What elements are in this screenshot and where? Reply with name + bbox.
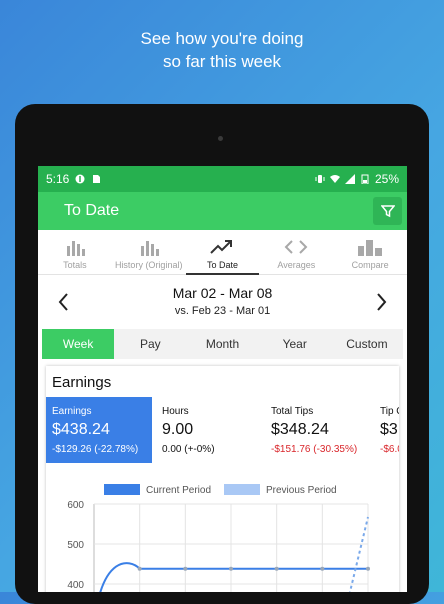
segment-month[interactable]: Month [186,329,258,359]
vibrate-icon [315,175,325,183]
legend-label-previous: Previous Period [266,485,337,496]
data-point-current [183,566,188,571]
tab-label: Compare [351,260,389,270]
earnings-card: Earnings Earnings $438.24 -$129.26 (-22.… [46,366,399,592]
metric-label: Earnings [52,406,92,417]
filter-button[interactable] [373,197,402,225]
app-bar: To Date [38,192,407,230]
bar-chart-icon [66,241,85,256]
y-tick-label: 600 [67,500,84,511]
chart-legend: Current Period Previous Period [104,484,337,496]
status-bar: 5:16 25% [38,166,407,192]
signal-icon [344,174,355,184]
battery-level: 25% [374,172,399,186]
chart-lines [99,516,370,592]
tab-to-date[interactable]: To Date [185,230,260,275]
data-point-current [137,566,142,571]
wifi-icon [329,175,340,183]
segment-pay[interactable]: Pay [114,329,186,359]
earnings-title: Earnings [52,374,112,391]
metric-label: Total Tips [271,406,314,417]
metric-change: 0.00 (+-0%) [162,444,215,455]
status-time: 5:16 [46,172,70,186]
metric-value: $438.24 [52,421,110,438]
metric-change: -$151.76 (-30.35%) [271,444,358,455]
tab-history[interactable]: History (Original) [112,230,186,274]
data-point-current [320,566,325,571]
series-line-previous [348,516,369,592]
period-navigator: Mar 02 - Mar 08 vs. Feb 23 - Mar 01 [38,275,407,329]
metrics-row: Earnings $438.24 -$129.26 (-22.78%) Hour… [46,397,399,463]
tab-label: Totals [63,260,87,270]
metric-earnings[interactable]: Earnings $438.24 -$129.26 (-22.78%) [46,397,152,463]
camera-dot [218,136,223,141]
y-tick-label: 500 [67,540,84,551]
earnings-chart: Current Period Previous Period 400 500 600 [67,484,370,592]
tab-bar: Totals History (Original) To Date Averag… [38,230,407,275]
promo-text: See how you're doing so far this week [0,27,444,73]
app-notification-icon [75,174,85,184]
chart-grid [93,503,369,592]
app-screen: 5:16 25% To Date Totals History (Origina… [38,166,407,592]
legend-label-current: Current Period [146,485,211,496]
code-brackets-icon [284,240,308,254]
legend-swatch-previous [224,484,260,495]
segment-year[interactable]: Year [259,329,331,359]
metric-label: Hours [162,406,189,417]
filter-icon [380,205,395,218]
compare-bars-icon [358,240,383,256]
metric-total-tips[interactable]: Total Tips $348.24 -$151.76 (-30.35%) [265,397,373,463]
bar-chart-icon [140,241,159,256]
metric-value: 9.00 [162,421,194,438]
metric-change: -$129.26 (-22.78%) [52,444,139,455]
tab-averages[interactable]: Averages [259,230,333,274]
data-point-current [274,566,279,571]
page-title: To Date [64,202,120,219]
tab-compare[interactable]: Compare [333,230,407,274]
period-type-selector: Week Pay Month Year Custom [42,329,403,359]
promo-line-1: See how you're doing [140,29,304,48]
compare-range: vs. Feb 23 - Mar 01 [174,305,271,317]
data-point-current [229,566,233,571]
sim-card-icon [93,175,101,183]
data-point-current [366,566,370,571]
tab-totals[interactable]: Totals [38,230,112,274]
metric-label: Tip O [380,406,399,417]
tab-label: Averages [277,260,316,270]
legend-swatch-current [104,484,140,495]
y-tick-label: 400 [67,580,84,591]
promo-line-2: so far this week [162,52,282,71]
metric-hours[interactable]: Hours 9.00 0.00 (+-0%) [156,397,260,463]
segment-custom[interactable]: Custom [331,329,403,359]
tab-label: To Date [206,260,238,270]
metric-value: $3 [380,421,398,438]
segment-week[interactable]: Week [42,329,115,359]
battery-icon [361,174,369,184]
tab-label: History (Original) [114,260,183,270]
metric-change: -$6.0 [380,444,399,455]
chevron-right-icon[interactable] [373,292,389,312]
y-axis-ticks: 400 500 600 [67,500,84,591]
metric-value: $348.24 [271,421,329,438]
period-range: Mar 02 - Mar 08 [172,285,273,301]
trend-up-icon [210,240,233,254]
metric-tip-out[interactable]: Tip O $3 -$6.0 [374,397,399,463]
